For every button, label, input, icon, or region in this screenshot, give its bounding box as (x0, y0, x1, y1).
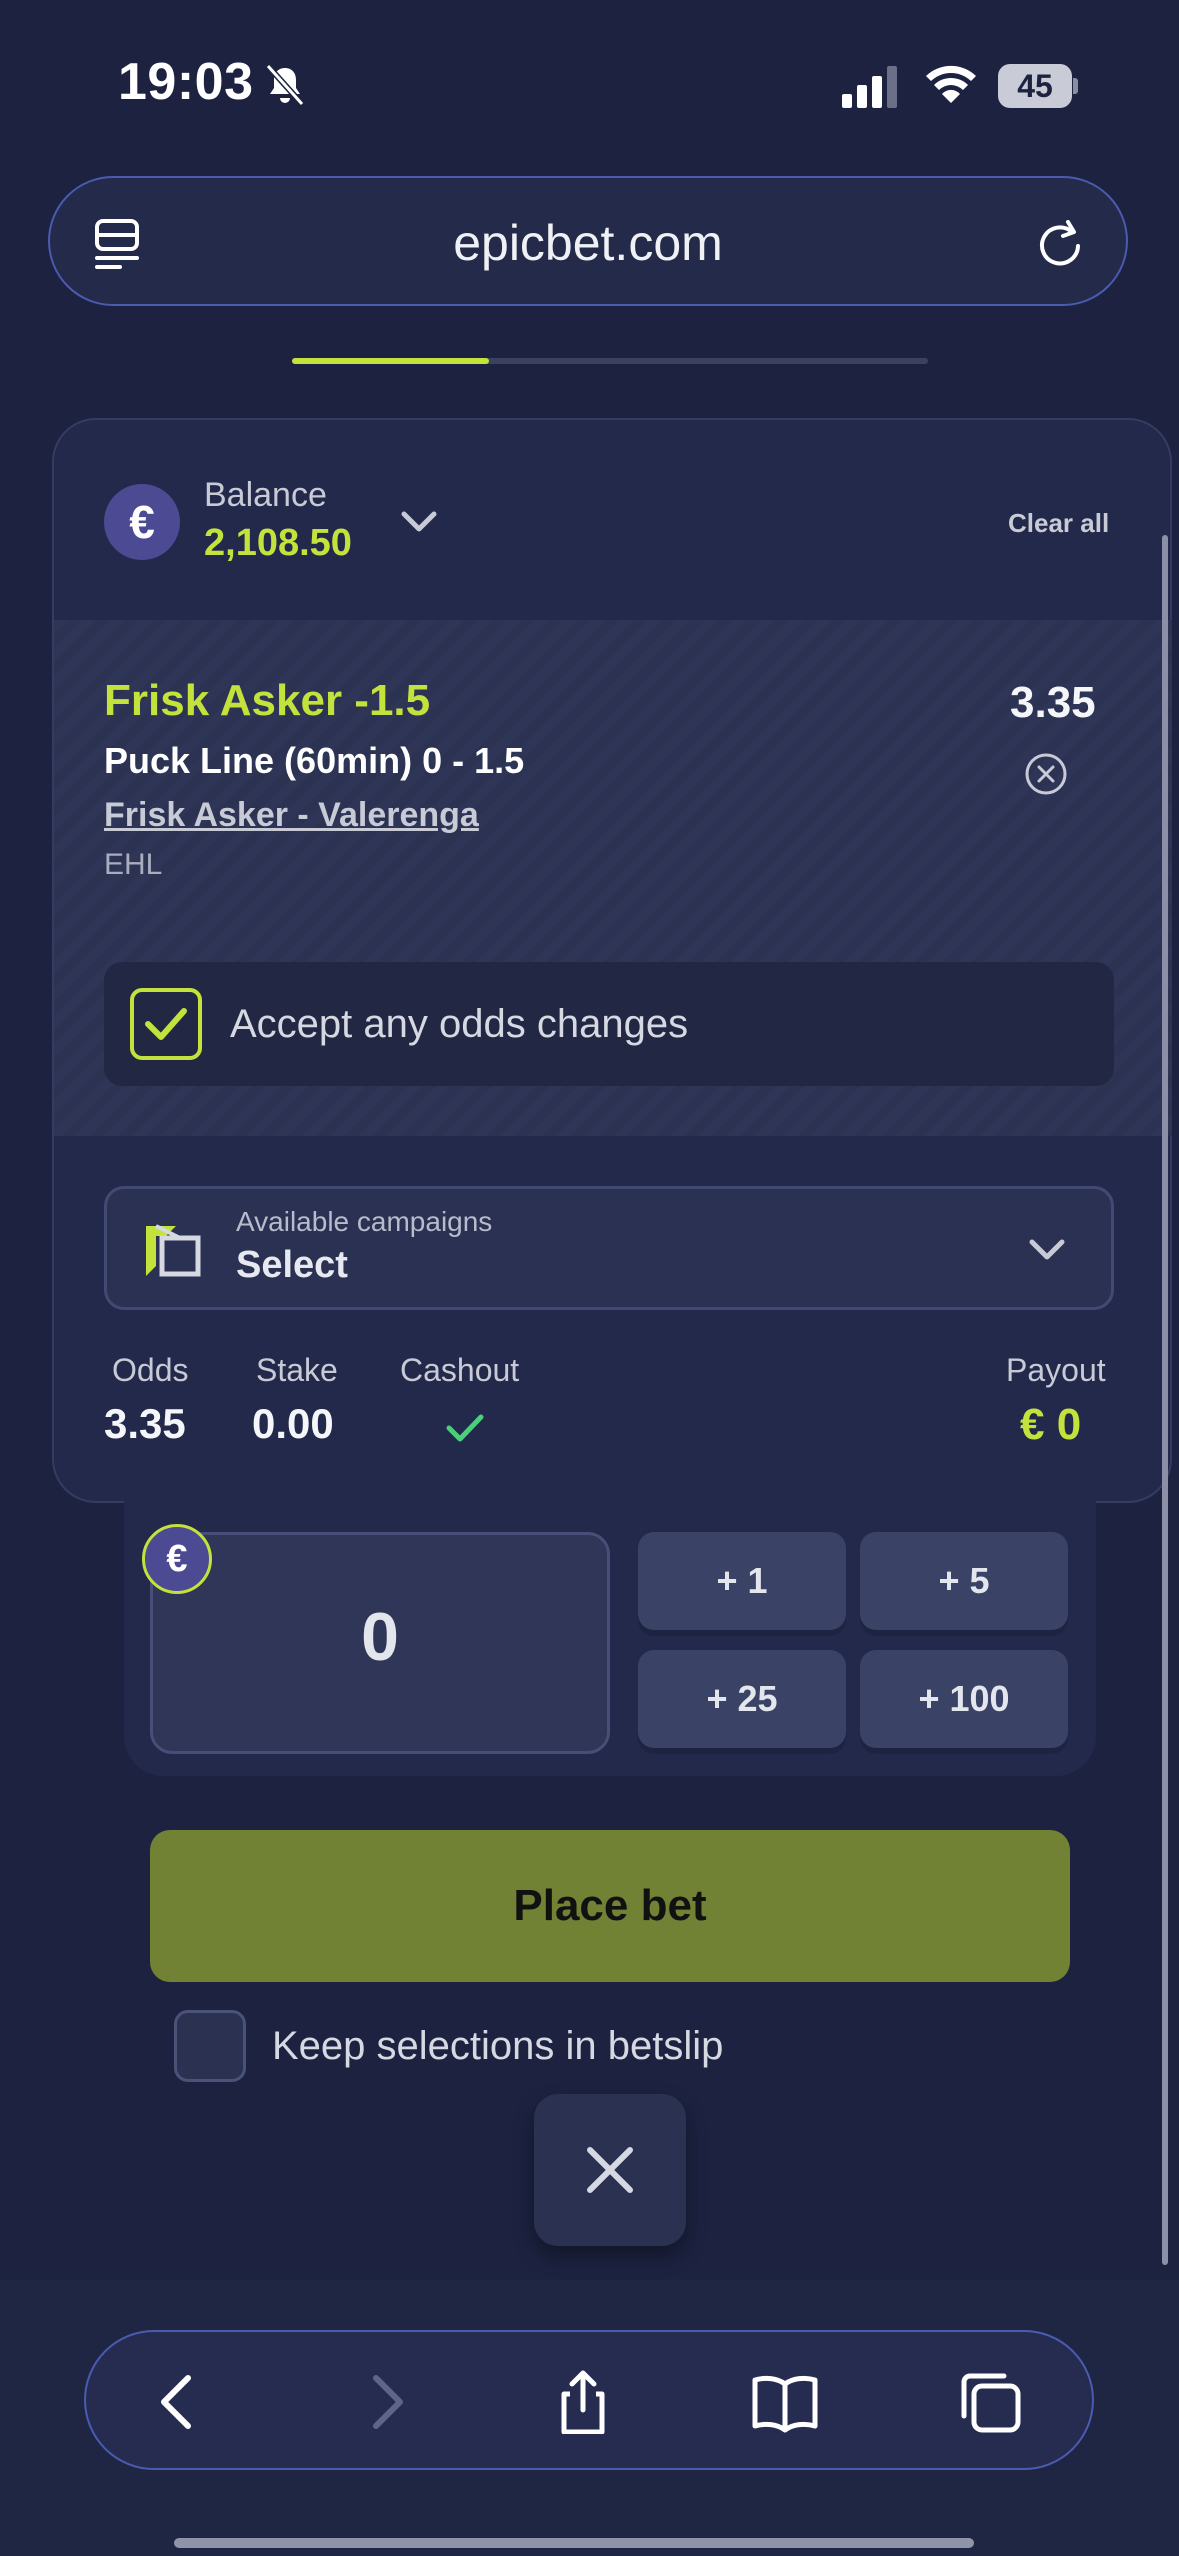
stake-currency-badge: € (142, 1524, 212, 1594)
campaign-icon (146, 1224, 201, 1277)
battery-indicator: 45 (998, 64, 1078, 108)
url-text[interactable]: epicbet.com (50, 214, 1126, 272)
close-icon (587, 2147, 633, 2193)
chevron-down-icon[interactable] (396, 502, 442, 542)
address-bar[interactable]: epicbet.com (48, 176, 1128, 306)
battery-level: 45 (998, 64, 1072, 108)
balance-label: Balance (204, 476, 327, 514)
tabs-icon[interactable] (956, 2370, 1026, 2434)
keep-selections-checkbox[interactable] (174, 2010, 246, 2082)
selection-league: EHL (104, 848, 163, 881)
quick-stake-25[interactable]: + 25 (638, 1650, 846, 1748)
selection-market: Puck Line (60min) 0 - 1.5 (104, 740, 525, 781)
quick-stake-5[interactable]: + 5 (860, 1532, 1068, 1630)
clear-all-button[interactable]: Clear all (1008, 508, 1109, 539)
status-time: 19:03 (118, 53, 254, 111)
selection-event-link[interactable]: Frisk Asker - Valerenga (104, 796, 479, 835)
quick-stake-100[interactable]: + 100 (860, 1650, 1068, 1748)
bookmarks-icon[interactable] (750, 2370, 820, 2434)
wifi-icon (926, 65, 976, 103)
chevron-down-icon[interactable] (1024, 1230, 1070, 1270)
selection-title: Frisk Asker -1.5 (104, 676, 431, 725)
quick-stake-1[interactable]: + 1 (638, 1532, 846, 1630)
odds-label: Odds (112, 1352, 189, 1388)
remove-selection-icon[interactable] (1024, 752, 1068, 796)
back-icon[interactable] (142, 2370, 212, 2434)
selection-odds: 3.35 (1010, 678, 1096, 727)
place-bet-button[interactable]: Place bet (150, 1830, 1070, 1982)
stake-label: Stake (256, 1352, 338, 1388)
payout-value: € 0 (1020, 1400, 1082, 1449)
balance-value: 2,108.50 (204, 522, 352, 564)
currency-badge: € (104, 484, 180, 560)
odds-value: 3.35 (104, 1400, 186, 1447)
stake-input-value[interactable]: 0 (150, 1598, 610, 1676)
cashout-label: Cashout (400, 1352, 520, 1388)
campaigns-value: Select (236, 1244, 348, 1286)
cellular-signal-icon (842, 66, 897, 108)
forward-icon[interactable] (352, 2370, 422, 2434)
home-indicator (174, 2538, 974, 2548)
payout-label: Payout (1006, 1352, 1106, 1388)
page-load-progress (292, 358, 490, 364)
share-icon[interactable] (548, 2370, 618, 2434)
page-scrollbar[interactable] (1162, 535, 1168, 2265)
accept-odds-checkbox[interactable] (130, 988, 202, 1060)
close-betslip-button[interactable] (534, 2094, 686, 2246)
cashout-check-icon (446, 1414, 484, 1442)
keep-selections-label: Keep selections in betslip (272, 2024, 724, 2068)
checkmark-icon (145, 1008, 187, 1040)
silent-bell-icon (265, 63, 305, 107)
reload-icon[interactable] (1032, 216, 1088, 272)
campaigns-label: Available campaigns (236, 1206, 493, 1237)
stake-value: 0.00 (252, 1400, 334, 1447)
accept-odds-label: Accept any odds changes (230, 1002, 689, 1046)
